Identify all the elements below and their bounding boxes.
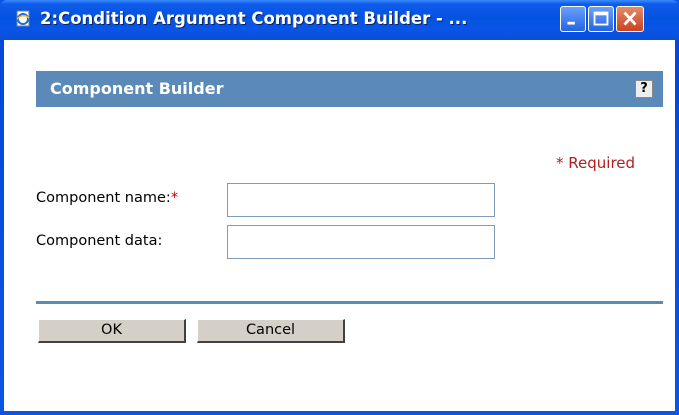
maximize-button[interactable] [588, 6, 614, 32]
minimize-icon [567, 21, 575, 25]
help-button[interactable]: ? [635, 80, 653, 98]
component-data-label: Component data: [36, 233, 163, 249]
cancel-button[interactable]: Cancel [197, 319, 345, 343]
ie-page-icon[interactable] [14, 10, 32, 28]
header-title: Component Builder [50, 79, 224, 98]
ok-button[interactable]: OK [38, 319, 186, 343]
component-name-label: Component name:* [36, 190, 178, 206]
component-data-input[interactable] [227, 225, 495, 259]
dialog-content: Component Builder ? * Required Component… [4, 40, 675, 411]
required-marker: * [170, 190, 179, 206]
dialog-window: 2:Condition Argument Component Builder -… [0, 0, 679, 415]
title-bar[interactable]: 2:Condition Argument Component Builder -… [0, 0, 679, 40]
minimize-button[interactable] [560, 6, 586, 32]
close-button[interactable] [616, 6, 644, 32]
component-name-label-text: Component name: [36, 190, 171, 206]
component-builder-header: Component Builder ? [36, 71, 663, 107]
divider [36, 301, 663, 304]
component-name-input[interactable] [227, 183, 495, 217]
maximize-icon [593, 11, 609, 26]
close-icon [623, 11, 637, 26]
required-note: * Required [556, 154, 636, 172]
window-title: 2:Condition Argument Component Builder -… [40, 9, 468, 28]
